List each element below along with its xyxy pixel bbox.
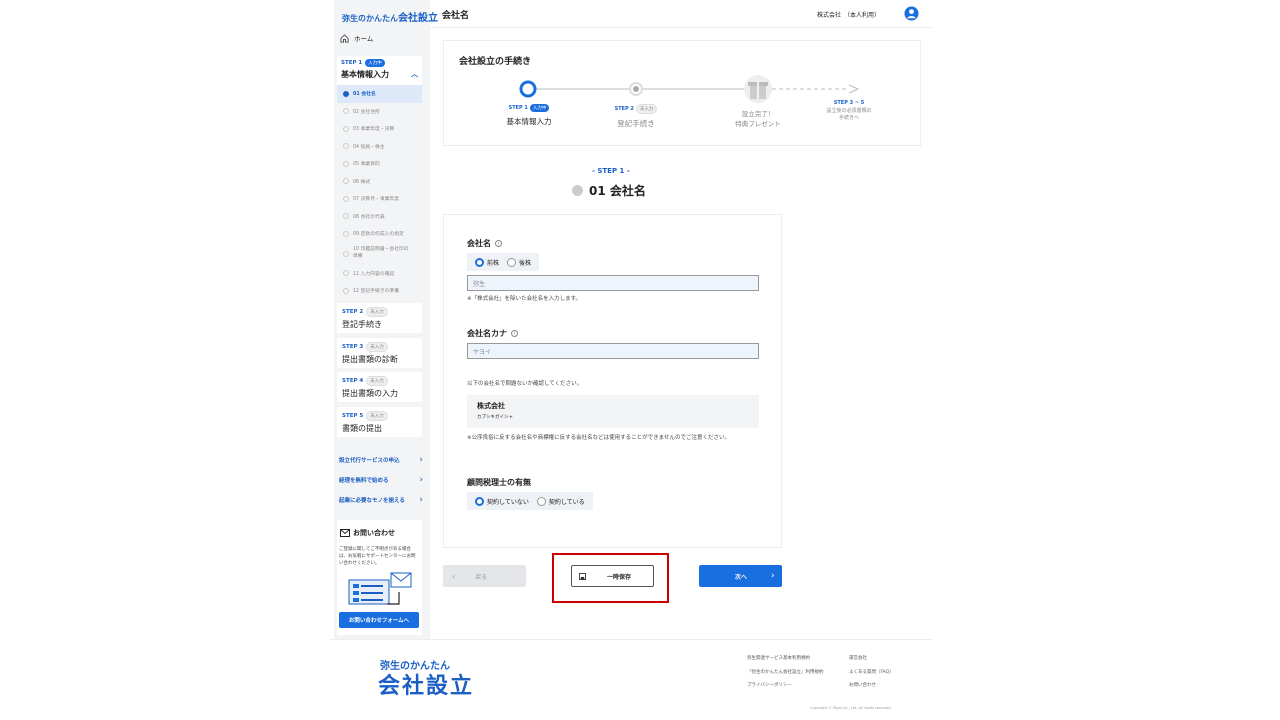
progress-node-step1: STEP 1 入力中 基本情報入力 [506, 104, 552, 126]
sidebar-link-accounting[interactable]: 経理を無料で始める › [339, 475, 423, 485]
check-icon [343, 195, 349, 202]
sidebar-step-4[interactable]: STEP 4 未入力 提出書類の入力 [337, 372, 422, 402]
footer-link[interactable]: プライバシーポリシー [747, 679, 824, 693]
home-icon [340, 33, 349, 43]
sidebar-sub-list: 01 会社名 02 会社住所 03 事業年度・決算 04 役員・株主 05 事業… [337, 85, 422, 300]
sidebar-sub-item[interactable]: 10 印鑑証明書・会社印の準備 [337, 243, 422, 265]
progress-node-step3-5: STEP 3 ~ 5 設立後の必須書類の 手続きへ [826, 100, 872, 121]
check-icon [343, 287, 349, 294]
check-icon [343, 90, 349, 97]
chevron-right-icon: › [419, 495, 423, 505]
back-button[interactable]: ‹ 戻る [443, 565, 526, 587]
avatar-icon[interactable] [904, 6, 919, 21]
header: 会社名 株式会社 （本人利用） [430, 0, 932, 28]
sidebar-sub-item[interactable]: 01 会社名 [337, 85, 422, 103]
step-indicator: - STEP 1 - [592, 167, 630, 175]
status-badge: 入力中 [365, 59, 385, 67]
check-icon [343, 213, 349, 220]
footer-link[interactable]: お問い合わせ [849, 679, 894, 693]
status-badge: 未入力 [366, 411, 388, 421]
info-icon[interactable]: i [495, 240, 502, 247]
company-name-note: ※「株式会社」を除いた会社名を入力します。 [467, 296, 582, 302]
check-icon [343, 230, 349, 237]
company-name-input[interactable]: 弥生 [467, 275, 759, 291]
status-badge: 未入力 [366, 307, 388, 317]
sidebar-sub-item[interactable]: 08 会社の代表 [337, 208, 422, 226]
stock-position-radio-group: 前株 後株 [467, 253, 540, 271]
status-badge: 未入力 [366, 376, 388, 386]
copyright: Copyright © Yayoi Co., Ltd. All rights r… [810, 706, 892, 710]
next-button[interactable]: 次へ › [699, 565, 782, 587]
check-icon [572, 185, 583, 196]
contact-form-button[interactable]: お問い合わせフォームへ [339, 612, 419, 628]
sidebar-sub-item[interactable]: 07 決算月・事業年度 [337, 190, 422, 208]
sidebar-step-1[interactable]: STEP 1 入力中 基本情報入力 ︿ [337, 56, 422, 86]
check-icon [343, 270, 349, 277]
company-name-label: 会社名 i [467, 238, 502, 249]
progress-node-complete: 設立完了！ 特典プレゼント [735, 110, 781, 129]
sidebar-step-5[interactable]: STEP 5 未入力 書類の提出 [337, 407, 422, 437]
footer-link[interactable]: 運営会社 [849, 652, 894, 666]
footer-logo[interactable]: 会社設立 [378, 668, 474, 700]
check-icon [343, 108, 349, 115]
company-kana-input[interactable]: ヤヨイ [467, 343, 759, 359]
sidebar-logo[interactable]: 弥生のかんたん会社設立 [342, 9, 438, 24]
chevron-right-icon: › [771, 571, 775, 581]
company-name-form: 会社名 i 前株 後株 弥生 ※「株式会社」を除いた会社名を入力します。 会社名カ… [443, 214, 782, 548]
sidebar-step-2[interactable]: STEP 2 未入力 登記手続き [337, 303, 422, 333]
footer-divider [330, 639, 932, 640]
footer-links-col1: 弥生関連サービス基本利用規約 『弥生のかんたん会社設立』利用規約 プライバシーポ… [747, 652, 824, 693]
sidebar-sub-item[interactable]: 06 株式 [337, 173, 422, 191]
check-icon [343, 143, 349, 150]
radio-no-contract[interactable]: 契約していない [475, 496, 529, 506]
check-icon [343, 160, 349, 167]
sidebar-step-3[interactable]: STEP 3 未入力 提出書類の診断 [337, 338, 422, 368]
check-instruction: 以下の会社名で問題ないか確認してください。 [467, 381, 583, 387]
section-title: 01 会社名 [572, 182, 646, 199]
chevron-up-icon[interactable]: ︿ [411, 69, 418, 80]
sidebar-sub-item[interactable]: 03 事業年度・決算 [337, 120, 422, 138]
sidebar-sub-item[interactable]: 02 会社住所 [337, 103, 422, 121]
footer-links-col2: 運営会社 よくある質問（FAQ） お問い合わせ [849, 652, 894, 693]
mail-icon [340, 529, 350, 537]
company-kana-label: 会社名カナ i [467, 328, 518, 339]
sidebar-sub-item[interactable]: 04 役員・株主 [337, 138, 422, 156]
info-icon[interactable]: i [511, 330, 518, 337]
tax-accountant-label: 顧問税理士の有無 [467, 478, 531, 487]
check-icon [343, 178, 349, 185]
sidebar-item-home[interactable]: ホーム [340, 30, 426, 46]
company-name: 株式会社 （本人利用） [817, 12, 881, 19]
sidebar-sub-item[interactable]: 05 事業目的 [337, 155, 422, 173]
progress-node-step2: STEP 2 未入力 登記手続き [596, 104, 676, 129]
sidebar-link-supplies[interactable]: 起業に必要なモノを揃える › [339, 495, 423, 505]
footer-link[interactable]: 弥生関連サービス基本利用規約 [747, 652, 824, 666]
company-name-preview: 株式会社 カブシキガイシャ [467, 395, 759, 428]
contact-illustration-icon [348, 572, 412, 605]
check-icon [343, 125, 349, 132]
progress-card: 会社設立の手続き STEP 1 入力中 基本情報入力 STEP 2 未入力 登記手続… [443, 40, 921, 146]
sidebar-link-service[interactable]: 設立代行サービスの申込 › [339, 455, 423, 465]
radio-mae-kabu[interactable]: 前株 [475, 257, 499, 267]
page-title: 会社名 [442, 11, 470, 21]
chevron-right-icon: › [419, 475, 423, 485]
sidebar-sub-item[interactable]: 09 定款の作成人の指定 [337, 225, 422, 243]
company-name-warning: ※公序良俗に反する会社名や商標権に反する会社名などは使用することができませんので… [467, 435, 730, 441]
radio-contract[interactable]: 契約している [536, 496, 585, 506]
footer-link[interactable]: よくある質問（FAQ） [849, 666, 894, 680]
radio-ato-kabu[interactable]: 後株 [507, 257, 531, 267]
sidebar-sub-item[interactable]: 11 入力内容の確認 [337, 265, 422, 283]
status-badge: 未入力 [366, 342, 388, 352]
chevron-left-icon: ‹ [452, 571, 456, 581]
sidebar-sub-item[interactable]: 12 登記手続きの準備 [337, 282, 422, 300]
footer-link[interactable]: 『弥生のかんたん会社設立』利用規約 [747, 666, 824, 680]
chevron-right-icon: › [419, 455, 423, 465]
highlight-box [552, 553, 669, 603]
tax-accountant-radio-group: 契約していない 契約している [467, 492, 593, 510]
contact-panel: お問い合わせ ご登録に関してご不明点がある場合は、お気軽にサポートセンターにお問… [337, 520, 422, 635]
check-icon [343, 250, 349, 257]
